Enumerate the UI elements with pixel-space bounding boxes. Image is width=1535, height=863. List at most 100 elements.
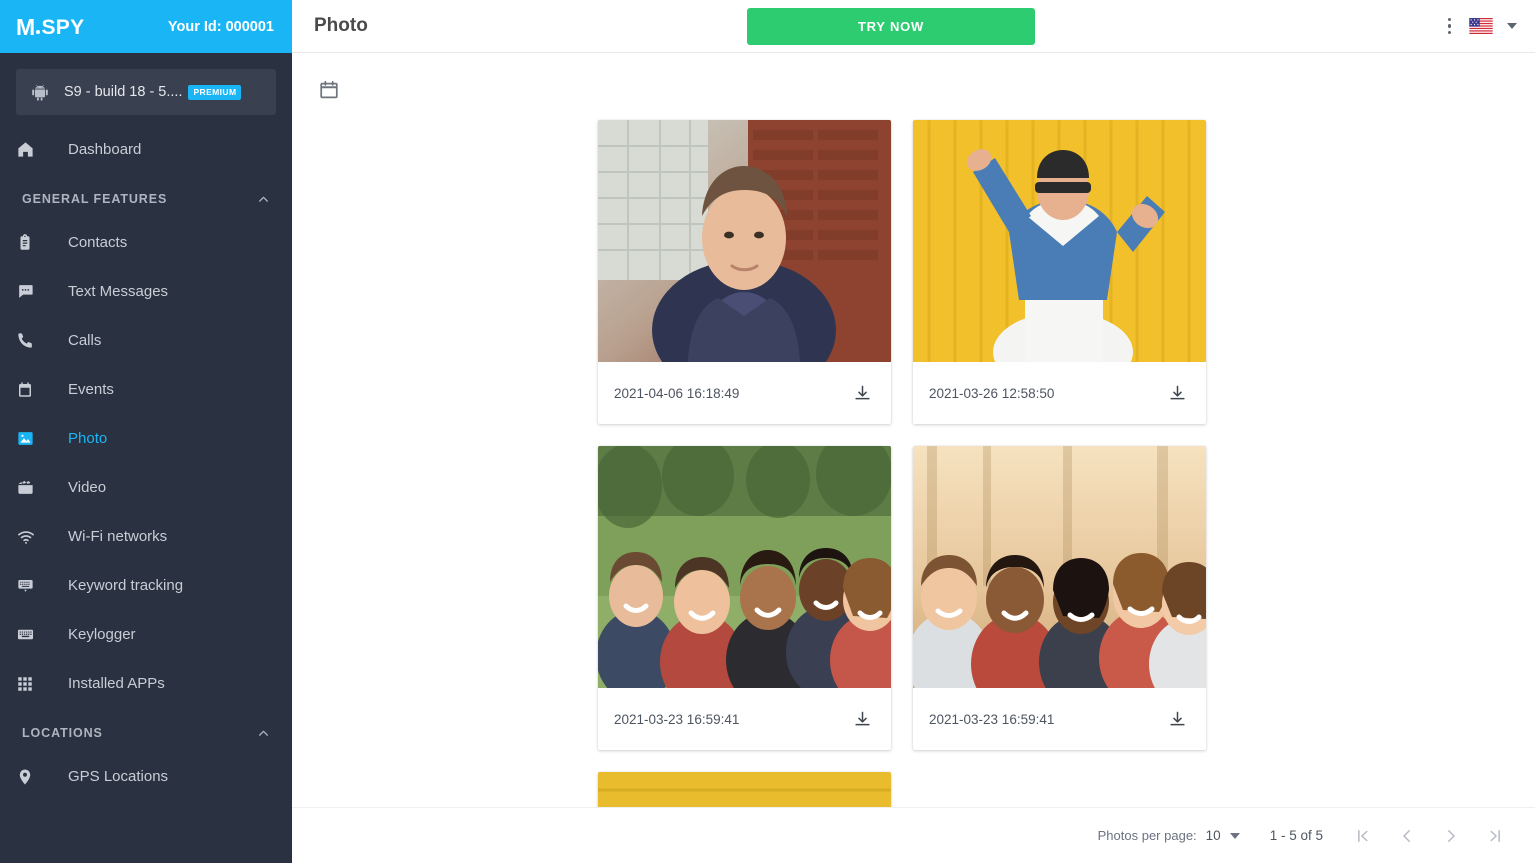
download-button[interactable] — [850, 381, 875, 406]
sidebar-item-video[interactable]: Video — [0, 463, 292, 512]
photo-card[interactable]: 2021-03-23 16:59:41 — [598, 446, 891, 750]
sidebar-item-label: Calls — [68, 332, 102, 349]
photo-date: 2021-04-06 16:18:49 — [614, 385, 740, 401]
download-button[interactable] — [850, 707, 875, 732]
next-page-icon — [1448, 829, 1455, 842]
download-button[interactable] — [1165, 707, 1190, 732]
photo-card[interactable]: 2021-04-06 16:18:49 — [598, 120, 891, 424]
photo-icon — [16, 429, 42, 448]
photo-date: 2021-03-26 12:58:50 — [929, 385, 1055, 401]
section-title: LOCATIONS — [22, 726, 103, 740]
content-area: 2021-04-06 16:18:49 2021-03-26 12:58:50 … — [292, 53, 1535, 863]
sidebar-item-label: Photo — [68, 430, 108, 447]
calendar-filter-button[interactable] — [314, 75, 344, 105]
sidebar-item-label: Contacts — [68, 234, 128, 251]
photo-card-footer: 2021-03-23 16:59:41 — [913, 688, 1206, 750]
photo-thumbnail[interactable] — [913, 446, 1206, 688]
last-page-button[interactable] — [1473, 816, 1517, 856]
your-id-label: Your Id: 000001 — [167, 18, 274, 35]
more-vertical-icon[interactable] — [1444, 14, 1456, 39]
sidebar-item-text-messages[interactable]: Text Messages — [0, 267, 292, 316]
sidebar-item-label: Installed APPs — [68, 675, 165, 692]
first-page-icon — [1358, 829, 1368, 842]
section-title: GENERAL FEATURES — [22, 192, 168, 206]
per-page-select[interactable]: 10 — [1206, 828, 1240, 843]
sidebar-item-events[interactable]: Events — [0, 365, 292, 414]
sidebar-item-label: Events — [68, 381, 114, 398]
photo-grid: 2021-04-06 16:18:49 2021-03-26 12:58:50 … — [598, 120, 1519, 863]
photo-grid-wrapper: 2021-04-06 16:18:49 2021-03-26 12:58:50 … — [292, 106, 1535, 863]
try-now-button[interactable]: TRY NOW — [747, 8, 1035, 45]
message-icon — [16, 282, 42, 301]
sidebar-item-keylogger[interactable]: Keylogger — [0, 610, 292, 659]
photo-card[interactable]: 2021-03-23 16:59:41 — [913, 446, 1206, 750]
app-root: M SPY Your Id: 000001 S9 - build 18 - 5.… — [0, 0, 1535, 863]
photo-card-footer: 2021-04-06 16:18:49 — [598, 362, 891, 424]
paginator: Photos per page: 10 1 - 5 of 5 — [292, 807, 1535, 863]
phone-icon — [16, 331, 42, 350]
download-button[interactable] — [1165, 381, 1190, 406]
page-title: Photo — [314, 15, 368, 36]
sidebar-item-wifi-networks[interactable]: Wi-Fi networks — [0, 512, 292, 561]
photo-thumbnail[interactable] — [598, 446, 891, 688]
chevron-down-icon — [1229, 832, 1240, 839]
sidebar-item-keyword-tracking[interactable]: Keyword tracking — [0, 561, 292, 610]
logo-mark-m: M — [16, 14, 36, 40]
top-bar: Photo TRY NOW — [292, 0, 1535, 53]
sidebar-item-calls[interactable]: Calls — [0, 316, 292, 365]
sidebar-item-contacts[interactable]: Contacts — [0, 218, 292, 267]
toolbar — [292, 53, 1535, 106]
top-bar-actions — [1444, 14, 1535, 39]
photo-thumbnail[interactable] — [598, 120, 891, 362]
next-page-button[interactable] — [1429, 816, 1473, 856]
calendar-icon — [16, 381, 42, 399]
mspy-logo[interactable]: M SPY — [16, 13, 84, 40]
sidebar-section-locations[interactable]: LOCATIONS — [0, 708, 292, 752]
first-page-button[interactable] — [1341, 816, 1385, 856]
device-selector[interactable]: S9 - build 18 - 5.... PREMIUM — [16, 69, 276, 115]
last-page-icon — [1490, 829, 1500, 842]
photo-date: 2021-03-23 16:59:41 — [614, 711, 740, 727]
sidebar-item-label: Video — [68, 479, 107, 496]
logo-dot — [36, 30, 41, 34]
download-icon — [855, 385, 870, 399]
sidebar-section-general-features[interactable]: GENERAL FEATURES — [0, 174, 292, 218]
chevron-down-icon[interactable] — [1507, 23, 1517, 29]
premium-badge: PREMIUM — [188, 84, 242, 100]
download-icon — [855, 711, 870, 725]
brand-bar: M SPY Your Id: 000001 — [0, 0, 292, 53]
map-pin-icon — [16, 768, 42, 786]
main-area: Photo TRY NOW 2021-04-06 16:18:49 2021-0… — [292, 0, 1535, 863]
wifi-icon — [16, 527, 42, 547]
sidebar-nav: Dashboard GENERAL FEATURES Contacts Text… — [0, 115, 292, 801]
home-icon — [16, 140, 42, 159]
photo-thumbnail[interactable] — [913, 120, 1206, 362]
chevron-up-icon — [259, 196, 268, 202]
sidebar-item-photo[interactable]: Photo — [0, 414, 292, 463]
calendar-icon — [320, 80, 338, 99]
sidebar-item-label: Wi-Fi networks — [68, 528, 168, 545]
photo-card[interactable]: 2021-03-26 12:58:50 — [913, 120, 1206, 424]
sidebar-item-label: Keylogger — [68, 626, 136, 643]
sidebar-item-dashboard[interactable]: Dashboard — [0, 125, 292, 174]
sidebar-item-label: Text Messages — [68, 283, 169, 300]
apps-grid-icon — [16, 675, 42, 693]
chevron-up-icon — [259, 730, 268, 736]
download-icon — [1170, 711, 1185, 725]
sidebar-item-label: Keyword tracking — [68, 577, 184, 594]
sidebar-item-gps-locations[interactable]: GPS Locations — [0, 752, 292, 801]
sidebar: M SPY Your Id: 000001 S9 - build 18 - 5.… — [0, 0, 292, 863]
keyword-icon — [16, 576, 42, 595]
sidebar-item-label: Dashboard — [68, 141, 142, 158]
logo-mark-spy: SPY — [41, 16, 85, 39]
photo-card-footer: 2021-03-26 12:58:50 — [913, 362, 1206, 424]
us-flag-icon[interactable] — [1469, 18, 1493, 34]
photo-date: 2021-03-23 16:59:41 — [929, 711, 1055, 727]
previous-page-icon — [1403, 829, 1410, 842]
download-icon — [1170, 385, 1185, 399]
video-icon — [16, 478, 42, 497]
sidebar-item-installed-apps[interactable]: Installed APPs — [0, 659, 292, 708]
previous-page-button[interactable] — [1385, 816, 1429, 856]
photo-card-footer: 2021-03-23 16:59:41 — [598, 688, 891, 750]
per-page-label: Photos per page: — [1097, 828, 1197, 843]
